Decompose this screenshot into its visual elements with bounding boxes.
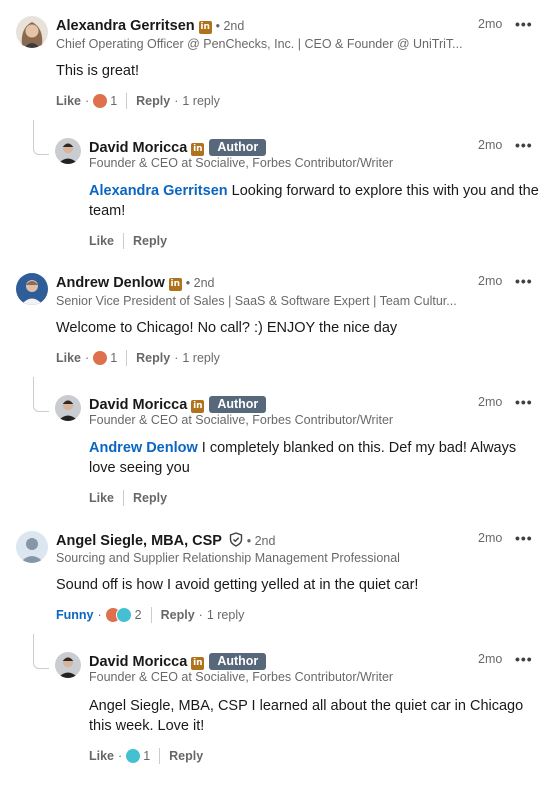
reply-button[interactable]: Reply [133,491,167,505]
reply-timestamp: 2mo [478,652,503,666]
avatar-photo [16,273,48,305]
more-options-icon[interactable]: ••• [515,651,533,667]
comment-timestamp: 2mo [478,17,503,31]
avatar-photo [55,652,81,678]
like-button[interactable]: Like [56,94,81,108]
reply-author-headline: Founder & CEO at Socialive, Forbes Contr… [89,413,394,427]
reaction-count[interactable]: 1 [143,749,150,763]
linkedin-premium-icon: in [168,278,182,291]
avatar-photo [55,395,81,421]
comment-text: This is great! [56,63,139,79]
reply-actions: Like Reply [89,232,167,250]
thread-connector [33,634,49,669]
reply-text: Andrew Denlow I completely blanked on th… [89,440,517,476]
funny-reaction-button[interactable]: Funny [56,608,94,622]
commenter-name[interactable]: Alexandra Gerritsen in • 2nd [56,18,244,34]
linkedin-premium-icon: in [191,657,205,670]
reply-button[interactable]: Reply [136,351,170,365]
avatar-photo [55,138,81,164]
reaction-count[interactable]: 1 [110,351,117,365]
reply-author-name[interactable]: David Moricca in Author [89,653,267,670]
divider [126,350,128,366]
commenter-headline: Chief Operating Officer @ PenChecks, Inc… [56,37,463,51]
avatar-david-moricca[interactable] [55,395,81,421]
reply-button[interactable]: Reply [169,749,203,763]
author-badge: Author [209,396,267,413]
like-button[interactable]: Like [56,351,81,365]
reply-button[interactable]: Reply [133,234,167,248]
linkedin-premium-icon: in [191,143,205,156]
comment-actions: Like · 1 Reply · 1 reply [56,350,220,366]
avatar-david-moricca[interactable] [55,138,81,164]
reply-button[interactable]: Reply [161,608,195,622]
reply-button[interactable]: Reply [136,94,170,108]
linkedin-premium-icon: in [198,21,212,34]
mention-link[interactable]: Andrew Denlow [89,440,198,456]
reply-timestamp: 2mo [478,395,503,409]
divider [126,93,128,109]
divider [159,748,161,764]
comment-text: Sound off is how I avoid getting yelled … [56,577,419,593]
divider [150,607,152,623]
commenter-headline: Senior Vice President of Sales | SaaS & … [56,294,457,308]
avatar-photo [16,16,48,48]
divider [123,233,125,249]
mention-link[interactable]: Alexandra Gerritsen [89,183,228,199]
more-options-icon[interactable]: ••• [515,273,533,289]
avatar-david-moricca[interactable] [55,652,81,678]
funny-reaction-icon[interactable] [126,749,141,763]
funny-reaction-icon[interactable] [115,607,132,623]
thread-connector [33,120,49,155]
commenter-name[interactable]: Angel Siegle, MBA, CSP • 2nd [56,532,275,551]
more-options-icon[interactable]: ••• [515,394,533,410]
commenter-headline: Sourcing and Supplier Relationship Manag… [56,551,400,565]
reply-actions: Like · 1 Reply [89,748,204,764]
avatar-andrew-denlow[interactable] [16,273,48,305]
replies-count-link[interactable]: 1 reply [182,351,220,365]
author-badge: Author [209,139,267,156]
reaction-count[interactable]: 2 [135,608,142,622]
connection-degree: • 2nd [185,276,215,290]
reply-actions: Like Reply [89,489,167,507]
love-reaction-icon[interactable] [93,94,108,108]
avatar-angel-siegle[interactable] [16,531,48,563]
reply-author-headline: Founder & CEO at Socialive, Forbes Contr… [89,156,394,170]
linkedin-premium-icon: in [191,400,205,413]
author-badge: Author [209,653,267,670]
reply-text: Angel Siegle, MBA, CSP I learned all abo… [89,698,524,734]
reply-author-headline: Founder & CEO at Socialive, Forbes Contr… [89,670,394,684]
reply-author-name[interactable]: David Moricca in Author [89,396,267,413]
verified-shield-icon [229,532,243,551]
comment-actions: Like · 1 Reply · 1 reply [56,93,220,109]
comment-timestamp: 2mo [478,274,503,288]
reaction-count[interactable]: 1 [110,94,117,108]
love-reaction-icon[interactable] [93,351,108,365]
like-button[interactable]: Like [89,749,114,763]
comment-actions: Funny · 2 Reply · 1 reply [56,607,245,623]
more-options-icon[interactable]: ••• [515,137,533,153]
thread-connector [33,377,49,412]
like-button[interactable]: Like [89,234,114,248]
more-options-icon[interactable]: ••• [515,530,533,546]
connection-degree: • 2nd [215,19,245,33]
comment-text: Welcome to Chicago! No call? :) ENJOY th… [56,320,398,336]
avatar-placeholder-icon [16,531,48,563]
comment-timestamp: 2mo [478,531,503,545]
more-options-icon[interactable]: ••• [515,16,533,32]
connection-degree: • 2nd [246,534,276,548]
commenter-name[interactable]: Andrew Denlow in • 2nd [56,275,214,291]
avatar-alexandra-gerritsen[interactable] [16,16,48,48]
reply-text: Alexandra Gerritsen Looking forward to e… [89,183,539,219]
divider [123,490,125,506]
replies-count-link[interactable]: 1 reply [207,608,245,622]
reply-author-name[interactable]: David Moricca in Author [89,139,267,156]
like-button[interactable]: Like [89,491,114,505]
reply-timestamp: 2mo [478,138,503,152]
replies-count-link[interactable]: 1 reply [182,94,220,108]
